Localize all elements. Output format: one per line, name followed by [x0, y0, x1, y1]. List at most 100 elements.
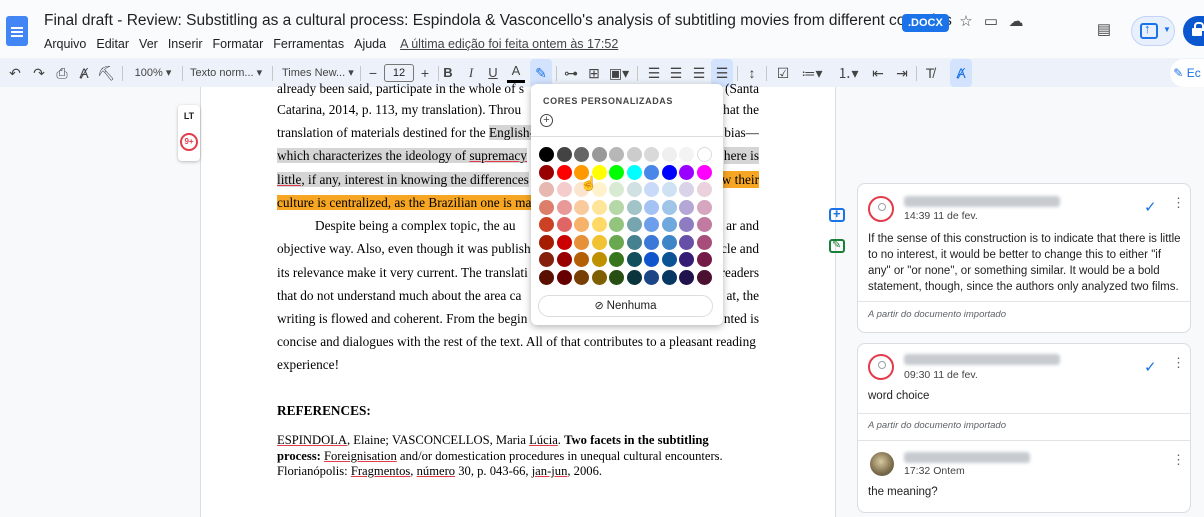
color-swatch[interactable] [679, 252, 694, 267]
color-swatch[interactable] [609, 182, 624, 197]
resolve-check-icon[interactable]: ✓ [1144, 198, 1157, 216]
color-swatch[interactable] [556, 199, 572, 215]
cloud-status-icon[interactable]: ☁ [1006, 12, 1026, 32]
redo-icon[interactable]: ↷ [30, 59, 48, 87]
color-swatch[interactable] [661, 199, 677, 215]
star-icon[interactable]: ☆ [956, 12, 976, 32]
color-swatch[interactable] [591, 217, 607, 232]
color-swatch[interactable] [626, 199, 642, 215]
color-swatch[interactable] [644, 252, 659, 267]
color-swatch[interactable] [644, 199, 659, 215]
clear-formatting-icon[interactable]: T̸ [920, 59, 940, 87]
color-swatch[interactable] [679, 164, 694, 180]
docs-logo-icon[interactable] [6, 16, 28, 46]
color-swatch[interactable] [644, 269, 659, 285]
color-swatch[interactable] [696, 182, 712, 197]
color-swatch[interactable] [556, 164, 572, 180]
print-icon[interactable]: ⎙ [53, 59, 71, 87]
color-swatch[interactable] [644, 164, 659, 180]
color-swatch[interactable] [591, 234, 607, 250]
color-swatch[interactable] [679, 234, 694, 250]
color-swatch[interactable] [556, 269, 572, 285]
color-swatch[interactable] [609, 234, 624, 250]
last-edit-link[interactable]: A última edição foi feita ontem às 17:52 [400, 37, 618, 51]
color-swatch[interactable] [626, 182, 642, 197]
color-swatch[interactable] [661, 164, 677, 180]
color-swatch[interactable] [696, 234, 712, 250]
color-swatch[interactable] [696, 217, 712, 232]
color-swatch[interactable] [609, 217, 624, 232]
color-swatch[interactable] [679, 269, 694, 285]
color-swatch[interactable] [556, 147, 572, 162]
color-swatch[interactable] [539, 182, 554, 197]
color-swatch[interactable] [626, 234, 642, 250]
color-swatch[interactable] [644, 217, 659, 232]
color-swatch[interactable] [539, 269, 554, 285]
color-swatch[interactable] [574, 269, 589, 285]
color-swatch[interactable] [574, 217, 589, 232]
style-select[interactable]: Texto norm... ▾ [190, 59, 266, 87]
color-swatch[interactable] [591, 269, 607, 285]
color-swatch[interactable] [539, 252, 554, 267]
zoom-select[interactable]: 100% ▾ [130, 59, 176, 87]
color-swatch[interactable] [539, 147, 554, 162]
add-comment-float-icon[interactable]: + [828, 206, 848, 226]
color-swatch[interactable] [574, 199, 589, 215]
color-swatch[interactable] [609, 269, 624, 285]
comment-history-icon[interactable]: ▤ [1094, 20, 1114, 40]
color-swatch[interactable] [539, 217, 554, 232]
bulleted-list-icon[interactable]: ≔▾ [797, 59, 827, 87]
increase-indent-icon[interactable]: ⇥ [892, 59, 912, 87]
color-swatch[interactable] [696, 252, 712, 267]
color-swatch[interactable] [679, 182, 694, 197]
color-swatch[interactable] [661, 269, 677, 285]
color-swatch[interactable] [679, 217, 694, 232]
color-swatch[interactable] [661, 234, 677, 250]
color-swatch[interactable] [696, 269, 712, 285]
color-swatch[interactable] [556, 217, 572, 232]
menu-insert[interactable]: Inserir [168, 37, 203, 51]
languagetool-icon[interactable]: LT [182, 109, 196, 125]
color-swatch[interactable] [696, 199, 712, 215]
comment-card[interactable]: 09:30 11 de fev. ✓ ⋮ word choice A parti… [857, 343, 1191, 513]
color-swatch[interactable] [574, 252, 589, 267]
spelling-grammar-icon[interactable]: Ⱥ [950, 59, 972, 87]
spellcheck-icon[interactable]: Ⱥ [75, 59, 93, 87]
color-swatch[interactable] [556, 234, 572, 250]
menu-help[interactable]: Ajuda [354, 37, 386, 51]
color-swatch[interactable] [539, 164, 554, 180]
color-swatch[interactable] [556, 252, 572, 267]
color-swatch[interactable] [644, 147, 659, 162]
color-swatch[interactable] [626, 147, 642, 162]
document-title[interactable]: Final draft - Review: Substitling as a c… [44, 12, 952, 30]
suggest-edit-float-icon[interactable]: ✎ [828, 237, 848, 257]
menu-format[interactable]: Formatar [213, 37, 264, 51]
color-swatch[interactable] [556, 182, 572, 197]
comment-card[interactable]: 14:39 11 de fev. ✓ ⋮ If the sense of thi… [857, 183, 1191, 333]
menu-view[interactable]: Ver [139, 37, 158, 51]
decrease-indent-icon[interactable]: ⇤ [868, 59, 888, 87]
numbered-list-icon[interactable]: ⒈▾ [833, 59, 863, 87]
color-swatch[interactable] [609, 199, 624, 215]
menu-edit[interactable]: Editar [96, 37, 129, 51]
color-swatch[interactable] [661, 252, 677, 267]
color-swatch[interactable] [679, 199, 694, 215]
color-swatch[interactable] [591, 199, 607, 215]
color-swatch[interactable] [574, 234, 589, 250]
color-swatch[interactable] [539, 199, 554, 215]
menu-file[interactable]: Arquivo [44, 37, 86, 51]
more-options-icon[interactable]: ⋮ [1172, 196, 1185, 209]
add-custom-color-button[interactable]: + [540, 114, 553, 127]
color-swatch[interactable] [574, 147, 589, 162]
color-swatch[interactable] [644, 234, 659, 250]
undo-icon[interactable]: ↶ [6, 59, 24, 87]
more-options-icon[interactable]: ⋮ [1172, 356, 1185, 369]
color-swatch[interactable] [626, 269, 642, 285]
color-swatch[interactable] [591, 147, 607, 162]
color-swatch[interactable] [609, 147, 624, 162]
color-swatch[interactable] [661, 217, 677, 232]
color-swatch[interactable] [696, 164, 712, 180]
color-swatch[interactable] [661, 182, 677, 197]
color-swatch[interactable] [644, 182, 659, 197]
color-swatch[interactable] [626, 164, 642, 180]
